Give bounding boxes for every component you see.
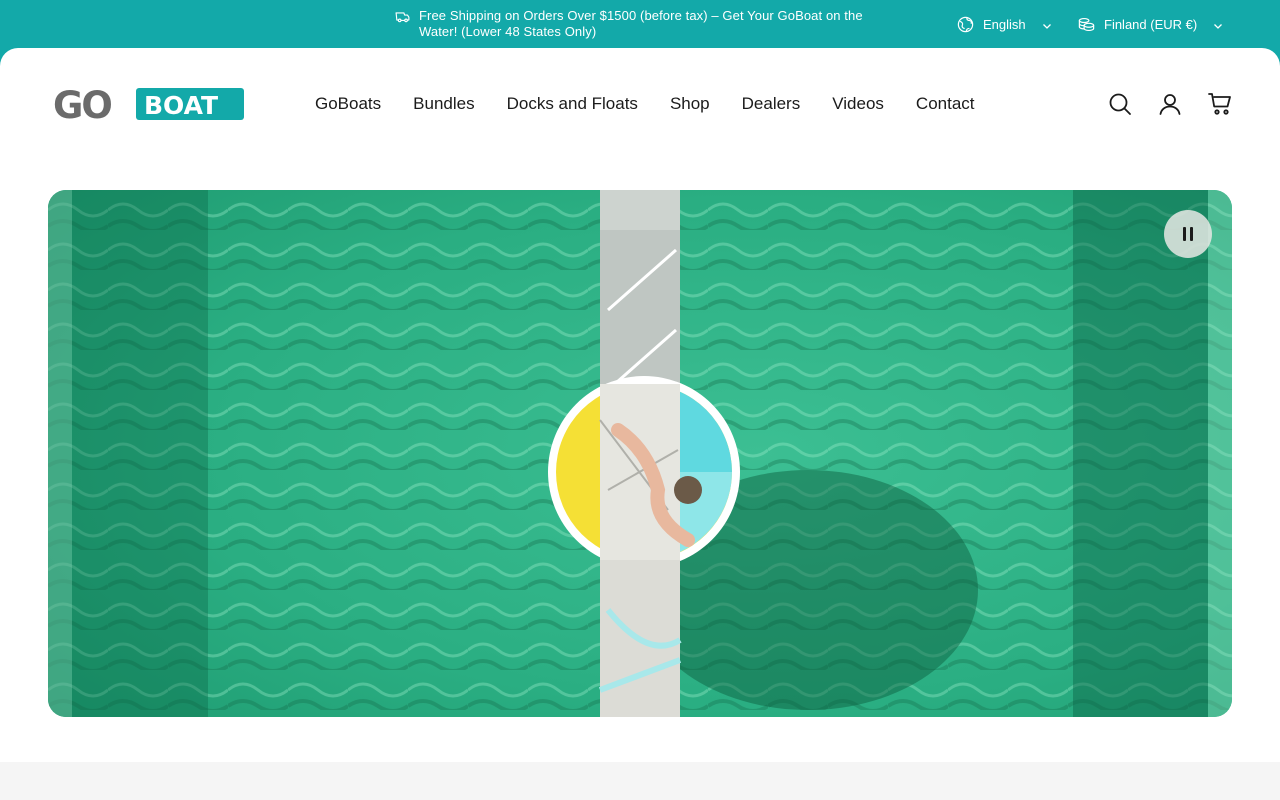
nav-bundles[interactable]: Bundles bbox=[413, 94, 474, 114]
globe-icon bbox=[956, 15, 975, 34]
chevron-down-icon bbox=[1042, 19, 1052, 29]
announcement-bar: Free Shipping on Orders Over $1500 (befo… bbox=[0, 0, 1280, 48]
next-section bbox=[0, 762, 1280, 800]
nav-shop[interactable]: Shop bbox=[670, 94, 710, 114]
pause-button[interactable] bbox=[1164, 210, 1212, 258]
site-header: GO BOAT GoBoats Bundles Docks and Floats… bbox=[0, 48, 1280, 158]
goboat-logo[interactable]: GO BOAT bbox=[52, 84, 244, 127]
search-icon[interactable] bbox=[1108, 92, 1132, 116]
nav-dealers[interactable]: Dealers bbox=[742, 94, 801, 114]
announcement: Free Shipping on Orders Over $1500 (befo… bbox=[394, 8, 874, 40]
account-icon[interactable] bbox=[1158, 92, 1182, 116]
announcement-text: Free Shipping on Orders Over $1500 (befo… bbox=[419, 8, 863, 39]
country-selector[interactable]: Finland (EUR €) bbox=[1077, 14, 1223, 34]
nav-docks-and-floats[interactable]: Docks and Floats bbox=[507, 94, 638, 114]
coins-icon bbox=[1077, 15, 1096, 34]
language-selector[interactable]: English bbox=[956, 14, 1052, 34]
main-nav: GoBoats Bundles Docks and Floats Shop De… bbox=[315, 94, 975, 114]
nav-contact[interactable]: Contact bbox=[916, 94, 975, 114]
main-panel: GO BOAT GoBoats Bundles Docks and Floats… bbox=[0, 48, 1280, 800]
cart-icon[interactable] bbox=[1208, 92, 1232, 116]
nav-goboats[interactable]: GoBoats bbox=[315, 94, 381, 114]
nav-videos[interactable]: Videos bbox=[832, 94, 884, 114]
truck-icon bbox=[394, 8, 411, 25]
hero-scene-image bbox=[48, 190, 1232, 717]
logo-text-boat: BOAT bbox=[144, 91, 218, 120]
pause-icon bbox=[1181, 227, 1195, 241]
logo-text-go: GO bbox=[53, 87, 111, 121]
country-label: Finland (EUR €) bbox=[1104, 16, 1198, 32]
language-label: English bbox=[983, 16, 1026, 32]
chevron-down-icon bbox=[1213, 19, 1223, 29]
hero-video[interactable] bbox=[48, 190, 1232, 717]
